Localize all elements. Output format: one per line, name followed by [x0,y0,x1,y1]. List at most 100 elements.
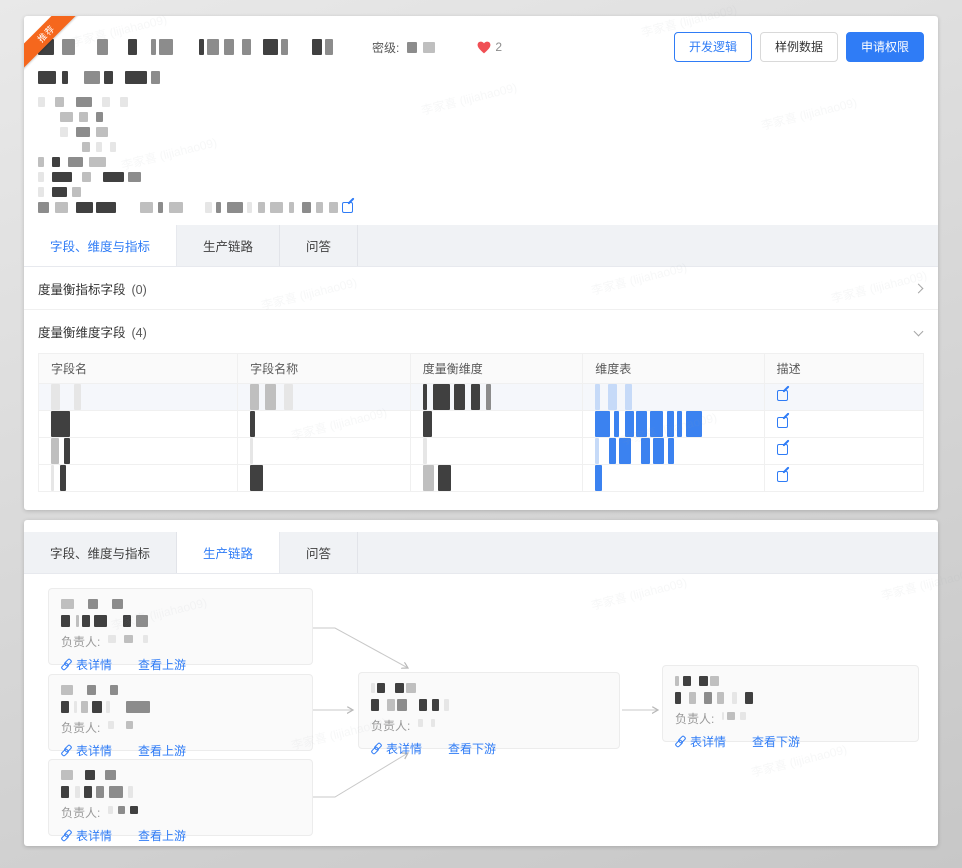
cell-redacted [250,438,398,464]
owner-value-redacted [108,634,149,643]
link-icon [61,745,72,756]
heart-icon[interactable] [477,41,491,54]
meta-row-redacted [38,97,924,107]
section-unbound-fields[interactable]: 未绑定度量衡字段(23) [24,498,938,510]
lineage-tab-bar: 字段、维度与指标 生产链路 问答 [24,532,938,574]
section-count: (4) [131,326,147,340]
col-field-name: 字段名 [37,353,239,384]
edit-icon[interactable] [776,390,788,401]
card-subtitle-redacted [61,615,300,627]
table-detail-link[interactable]: 表详情 [61,656,112,673]
cell-redacted [422,384,571,410]
table-row[interactable] [37,437,925,465]
meta-row-redacted [38,187,924,197]
view-upstream-link[interactable]: 查看上游 [138,827,186,844]
meta-row-redacted [60,127,924,137]
tab-lineage[interactable]: 生产链路 [177,225,281,266]
table-detail-link[interactable]: 表详情 [371,740,422,757]
view-downstream-link[interactable]: 查看下游 [752,733,800,750]
cell-redacted [51,438,225,464]
link-icon [61,659,72,670]
tab-lineage[interactable]: 生产链路 [177,532,281,573]
metadata-block [38,97,924,213]
card-subtitle-redacted [371,699,607,711]
owner-label: 负责人: [61,806,101,820]
tab-qa[interactable]: 问答 [280,225,359,266]
edit-icon[interactable] [342,202,353,213]
section-label: 度量衡维度字段 [38,326,126,340]
view-downstream-link[interactable]: 查看下游 [448,740,496,757]
corner-ribbon: 推荐 [24,16,86,74]
cell-redacted [51,384,225,410]
lineage-card-upstream-1[interactable]: 负责人: 表详情 查看上游 [48,588,313,672]
tab-fields-dimensions[interactable]: 字段、维度与指标 [24,532,178,573]
owner-label: 负责人: [61,635,101,649]
lineage-card-downstream[interactable]: 负责人: 表详情 查看下游 [662,665,919,749]
view-upstream-link[interactable]: 查看上游 [138,656,186,673]
card-subtitle-redacted [61,786,300,798]
table-detail-link[interactable]: 表详情 [675,733,726,750]
lineage-graph: 负责人: 表详情 查看上游 负责人: 表详情 查看上游 负责人: 表详情 查看上… [24,574,938,846]
col-field-title: 字段名称 [237,353,411,384]
table-header-row: 字段名 字段名称 度量衡维度 维度表 描述 [37,353,925,384]
col-description: 描述 [763,353,925,384]
tab-fields-dimensions[interactable]: 字段、维度与指标 [24,225,178,266]
owner-label: 负责人: [675,712,715,726]
meta-row-redacted [38,202,342,213]
chevron-right-icon[interactable] [913,283,924,293]
cell-redacted [422,465,571,491]
section-label: 度量衡指标字段 [38,282,126,297]
cell-redacted [250,411,398,437]
dev-logic-button[interactable]: 开发逻辑 [673,32,752,62]
asset-detail-panel: 推荐 密级: 2 开发逻辑 样例数据 申请权限 字段、维度与指标 生产链路 问答… [24,16,938,510]
lineage-card-current[interactable]: 负责人: 表详情 查看下游 [358,672,620,756]
detail-tab-bar: 字段、维度与指标 生产链路 问答 [24,225,938,267]
owner-value-redacted [108,720,134,729]
table-detail-link[interactable]: 表详情 [61,742,112,759]
edit-icon[interactable] [776,417,788,428]
edit-icon[interactable] [776,471,788,482]
cell-link-redacted[interactable] [595,465,751,491]
cell-link-redacted[interactable] [595,411,751,437]
cell-link-redacted[interactable] [595,384,751,410]
cell-redacted [422,438,571,464]
view-upstream-link[interactable]: 查看上游 [138,742,186,759]
link-icon [675,736,686,747]
section-dimension-fields[interactable]: 度量衡维度字段 (4) [24,310,938,353]
security-level-label: 密级: [372,40,400,55]
card-title-redacted [61,685,300,695]
owner-label: 负责人: [61,721,101,735]
table-row[interactable] [37,464,925,492]
card-subtitle-redacted [61,701,300,713]
cell-link-redacted[interactable] [595,438,751,464]
cell-redacted [51,465,225,491]
dimension-fields-table-wrap: 字段名 字段名称 度量衡维度 维度表 描述 [37,353,925,492]
table-row[interactable] [37,383,925,411]
table-detail-link[interactable]: 表详情 [61,827,112,844]
favorite-count: 2 [495,40,503,54]
col-measure-dimension: 度量衡维度 [409,353,584,384]
security-level: 密级: [372,39,436,56]
owner-value-redacted [722,711,747,720]
corner-ribbon-wrap: 推荐 [24,16,88,80]
card-title-redacted [61,599,300,609]
section-metric-fields[interactable]: 度量衡指标字段 (0) [24,267,938,310]
owner-label: 负责人: [371,719,411,733]
apply-permission-button[interactable]: 申请权限 [845,32,924,62]
col-dimension-table: 维度表 [582,353,765,384]
cell-redacted [250,465,398,491]
section-count: (0) [131,282,147,297]
meta-row-redacted [60,112,924,122]
table-row[interactable] [37,410,925,438]
lineage-card-upstream-3[interactable]: 负责人: 表详情 查看上游 [48,759,313,843]
tab-qa[interactable]: 问答 [280,532,359,573]
chevron-down-icon[interactable] [913,326,924,337]
sample-data-button[interactable]: 样例数据 [759,32,838,62]
header-buttons: 开发逻辑 样例数据 申请权限 [673,32,924,62]
lineage-card-upstream-2[interactable]: 负责人: 表详情 查看上游 [48,674,313,758]
meta-row-redacted [38,172,924,182]
meta-row-redacted [38,157,924,167]
favorite-counter[interactable]: 2 [477,40,502,54]
edit-icon[interactable] [776,444,788,455]
lineage-panel: 字段、维度与指标 生产链路 问答 负责人: 表详情 查看上游 负责人: 表详情 … [24,520,938,846]
